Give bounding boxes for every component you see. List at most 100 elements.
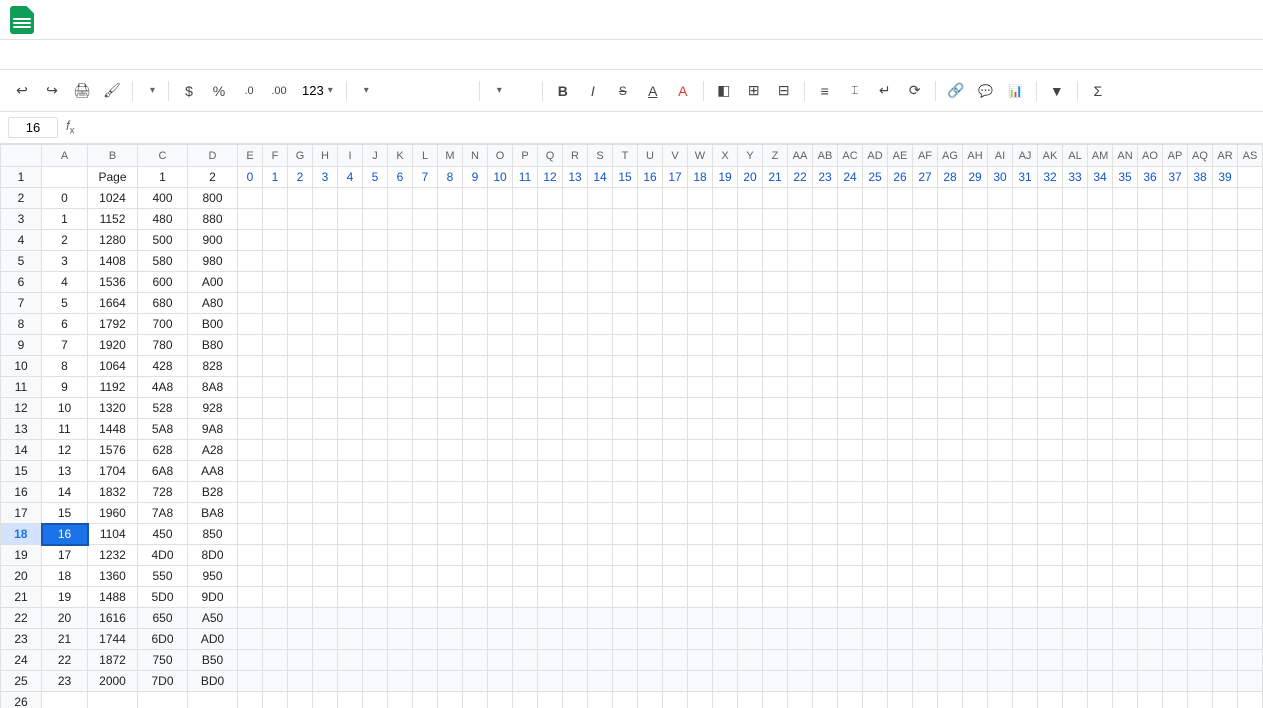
cell-rest-25-9[interactable] [463,671,488,692]
cell-rest-5-30[interactable] [988,251,1013,272]
cell-rest-5-1[interactable] [263,251,288,272]
cell-rest-9-33[interactable] [1063,335,1088,356]
cell-D9[interactable]: B80 [188,335,238,356]
cell-rest-11-35[interactable] [1113,377,1138,398]
cell-rest-7-35[interactable] [1113,293,1138,314]
cell-rest-12-2[interactable] [288,398,313,419]
cell-rest-21-12[interactable] [538,587,563,608]
cell-rest-7-13[interactable] [563,293,588,314]
cell-B7[interactable]: 1664 [88,293,138,314]
italic-button[interactable]: I [579,77,607,105]
cell-rest-4-19[interactable] [713,230,738,251]
cell-rest-23-9[interactable] [463,629,488,650]
cell-rest-4-26[interactable] [888,230,913,251]
cell-rest-14-31[interactable] [1013,440,1038,461]
cell-rest-4-21[interactable] [763,230,788,251]
cell-rest-11-15[interactable] [613,377,638,398]
cell-rest-3-39[interactable] [1213,209,1238,230]
cell-rest-22-22[interactable] [788,608,813,629]
cell-rest-8-19[interactable] [713,314,738,335]
cell-rest-5-7[interactable] [413,251,438,272]
cell-rest-10-9[interactable] [463,356,488,377]
cell-rest-21-37[interactable] [1163,587,1188,608]
cell-rest-18-29[interactable] [963,524,988,545]
cell-rest-16-9[interactable] [463,482,488,503]
cell-rest-24-34[interactable] [1088,650,1113,671]
cell-rest-17-28[interactable] [938,503,963,524]
cell-rest-5-34[interactable] [1088,251,1113,272]
cell-rest-12-19[interactable] [713,398,738,419]
cell-rest-17-31[interactable] [1013,503,1038,524]
cell-rest-22-29[interactable] [963,608,988,629]
cell-rest-21-19[interactable] [713,587,738,608]
cell-rest-13-13[interactable] [563,419,588,440]
cell-rest-11-23[interactable] [813,377,838,398]
cell-rest-1-2[interactable]: 2 [288,167,313,188]
cell-C11[interactable]: 4A8 [138,377,188,398]
zoom-dropdown[interactable]: ▾ [139,77,162,105]
cell-rest-10-5[interactable] [363,356,388,377]
cell-rest-14-16[interactable] [638,440,663,461]
cell-D11[interactable]: 8A8 [188,377,238,398]
cell-rest-11-12[interactable] [538,377,563,398]
cell-rest-9-4[interactable] [338,335,363,356]
cell-rest-10-30[interactable] [988,356,1013,377]
cell-rest-4-35[interactable] [1113,230,1138,251]
cell-rest-6-2[interactable] [288,272,313,293]
col-header-J[interactable]: J [363,145,388,167]
cell-rest-22-35[interactable] [1113,608,1138,629]
cell-rest-14-13[interactable] [563,440,588,461]
cell-rest-11-3[interactable] [313,377,338,398]
cell-rest-1-15[interactable]: 15 [613,167,638,188]
cell-rest-12-33[interactable] [1063,398,1088,419]
cell-rest-3-23[interactable] [813,209,838,230]
cell-rest-19-8[interactable] [438,545,463,566]
cell-rest-19-38[interactable] [1188,545,1213,566]
cell-rest-12-35[interactable] [1113,398,1138,419]
cell-rest-24-38[interactable] [1188,650,1213,671]
cell-rest-3-40[interactable] [1238,209,1263,230]
cell-rest-6-13[interactable] [563,272,588,293]
cell-rest-13-19[interactable] [713,419,738,440]
cell-rest-10-38[interactable] [1188,356,1213,377]
col-header-AF[interactable]: AF [913,145,938,167]
cell-rest-7-33[interactable] [1063,293,1088,314]
cell-rest-21-6[interactable] [388,587,413,608]
cell-rest-14-2[interactable] [288,440,313,461]
cell-rest-20-15[interactable] [613,566,638,587]
cell-rest-7-32[interactable] [1038,293,1063,314]
cell-rest-18-19[interactable] [713,524,738,545]
cell-rest-10-11[interactable] [513,356,538,377]
cell-rest-19-30[interactable] [988,545,1013,566]
cell-rest-20-7[interactable] [413,566,438,587]
cell-rest-17-10[interactable] [488,503,513,524]
cell-rest-15-8[interactable] [438,461,463,482]
cell-rest-7-30[interactable] [988,293,1013,314]
cell-rest-2-5[interactable] [363,188,388,209]
cell-rest-13-15[interactable] [613,419,638,440]
cell-rest-26-39[interactable] [1213,692,1238,708]
cell-rest-26-5[interactable] [363,692,388,708]
cell-rest-6-16[interactable] [638,272,663,293]
cell-rest-3-11[interactable] [513,209,538,230]
cell-rest-7-22[interactable] [788,293,813,314]
cell-rest-14-37[interactable] [1163,440,1188,461]
cell-rest-26-6[interactable] [388,692,413,708]
cell-rest-10-12[interactable] [538,356,563,377]
cell-rest-2-2[interactable] [288,188,313,209]
cell-C20[interactable]: 550 [138,566,188,587]
cell-rest-26-38[interactable] [1188,692,1213,708]
cell-rest-12-1[interactable] [263,398,288,419]
cell-rest-25-6[interactable] [388,671,413,692]
cell-rest-21-8[interactable] [438,587,463,608]
cell-rest-6-35[interactable] [1113,272,1138,293]
comment-button[interactable]: 💬 [972,77,1000,105]
cell-rest-17-5[interactable] [363,503,388,524]
cell-rest-9-25[interactable] [863,335,888,356]
cell-rest-1-17[interactable]: 17 [663,167,688,188]
cell-rest-5-20[interactable] [738,251,763,272]
cell-rest-3-0[interactable] [238,209,263,230]
cell-rest-26-27[interactable] [913,692,938,708]
cell-rest-21-30[interactable] [988,587,1013,608]
cell-rest-4-37[interactable] [1163,230,1188,251]
